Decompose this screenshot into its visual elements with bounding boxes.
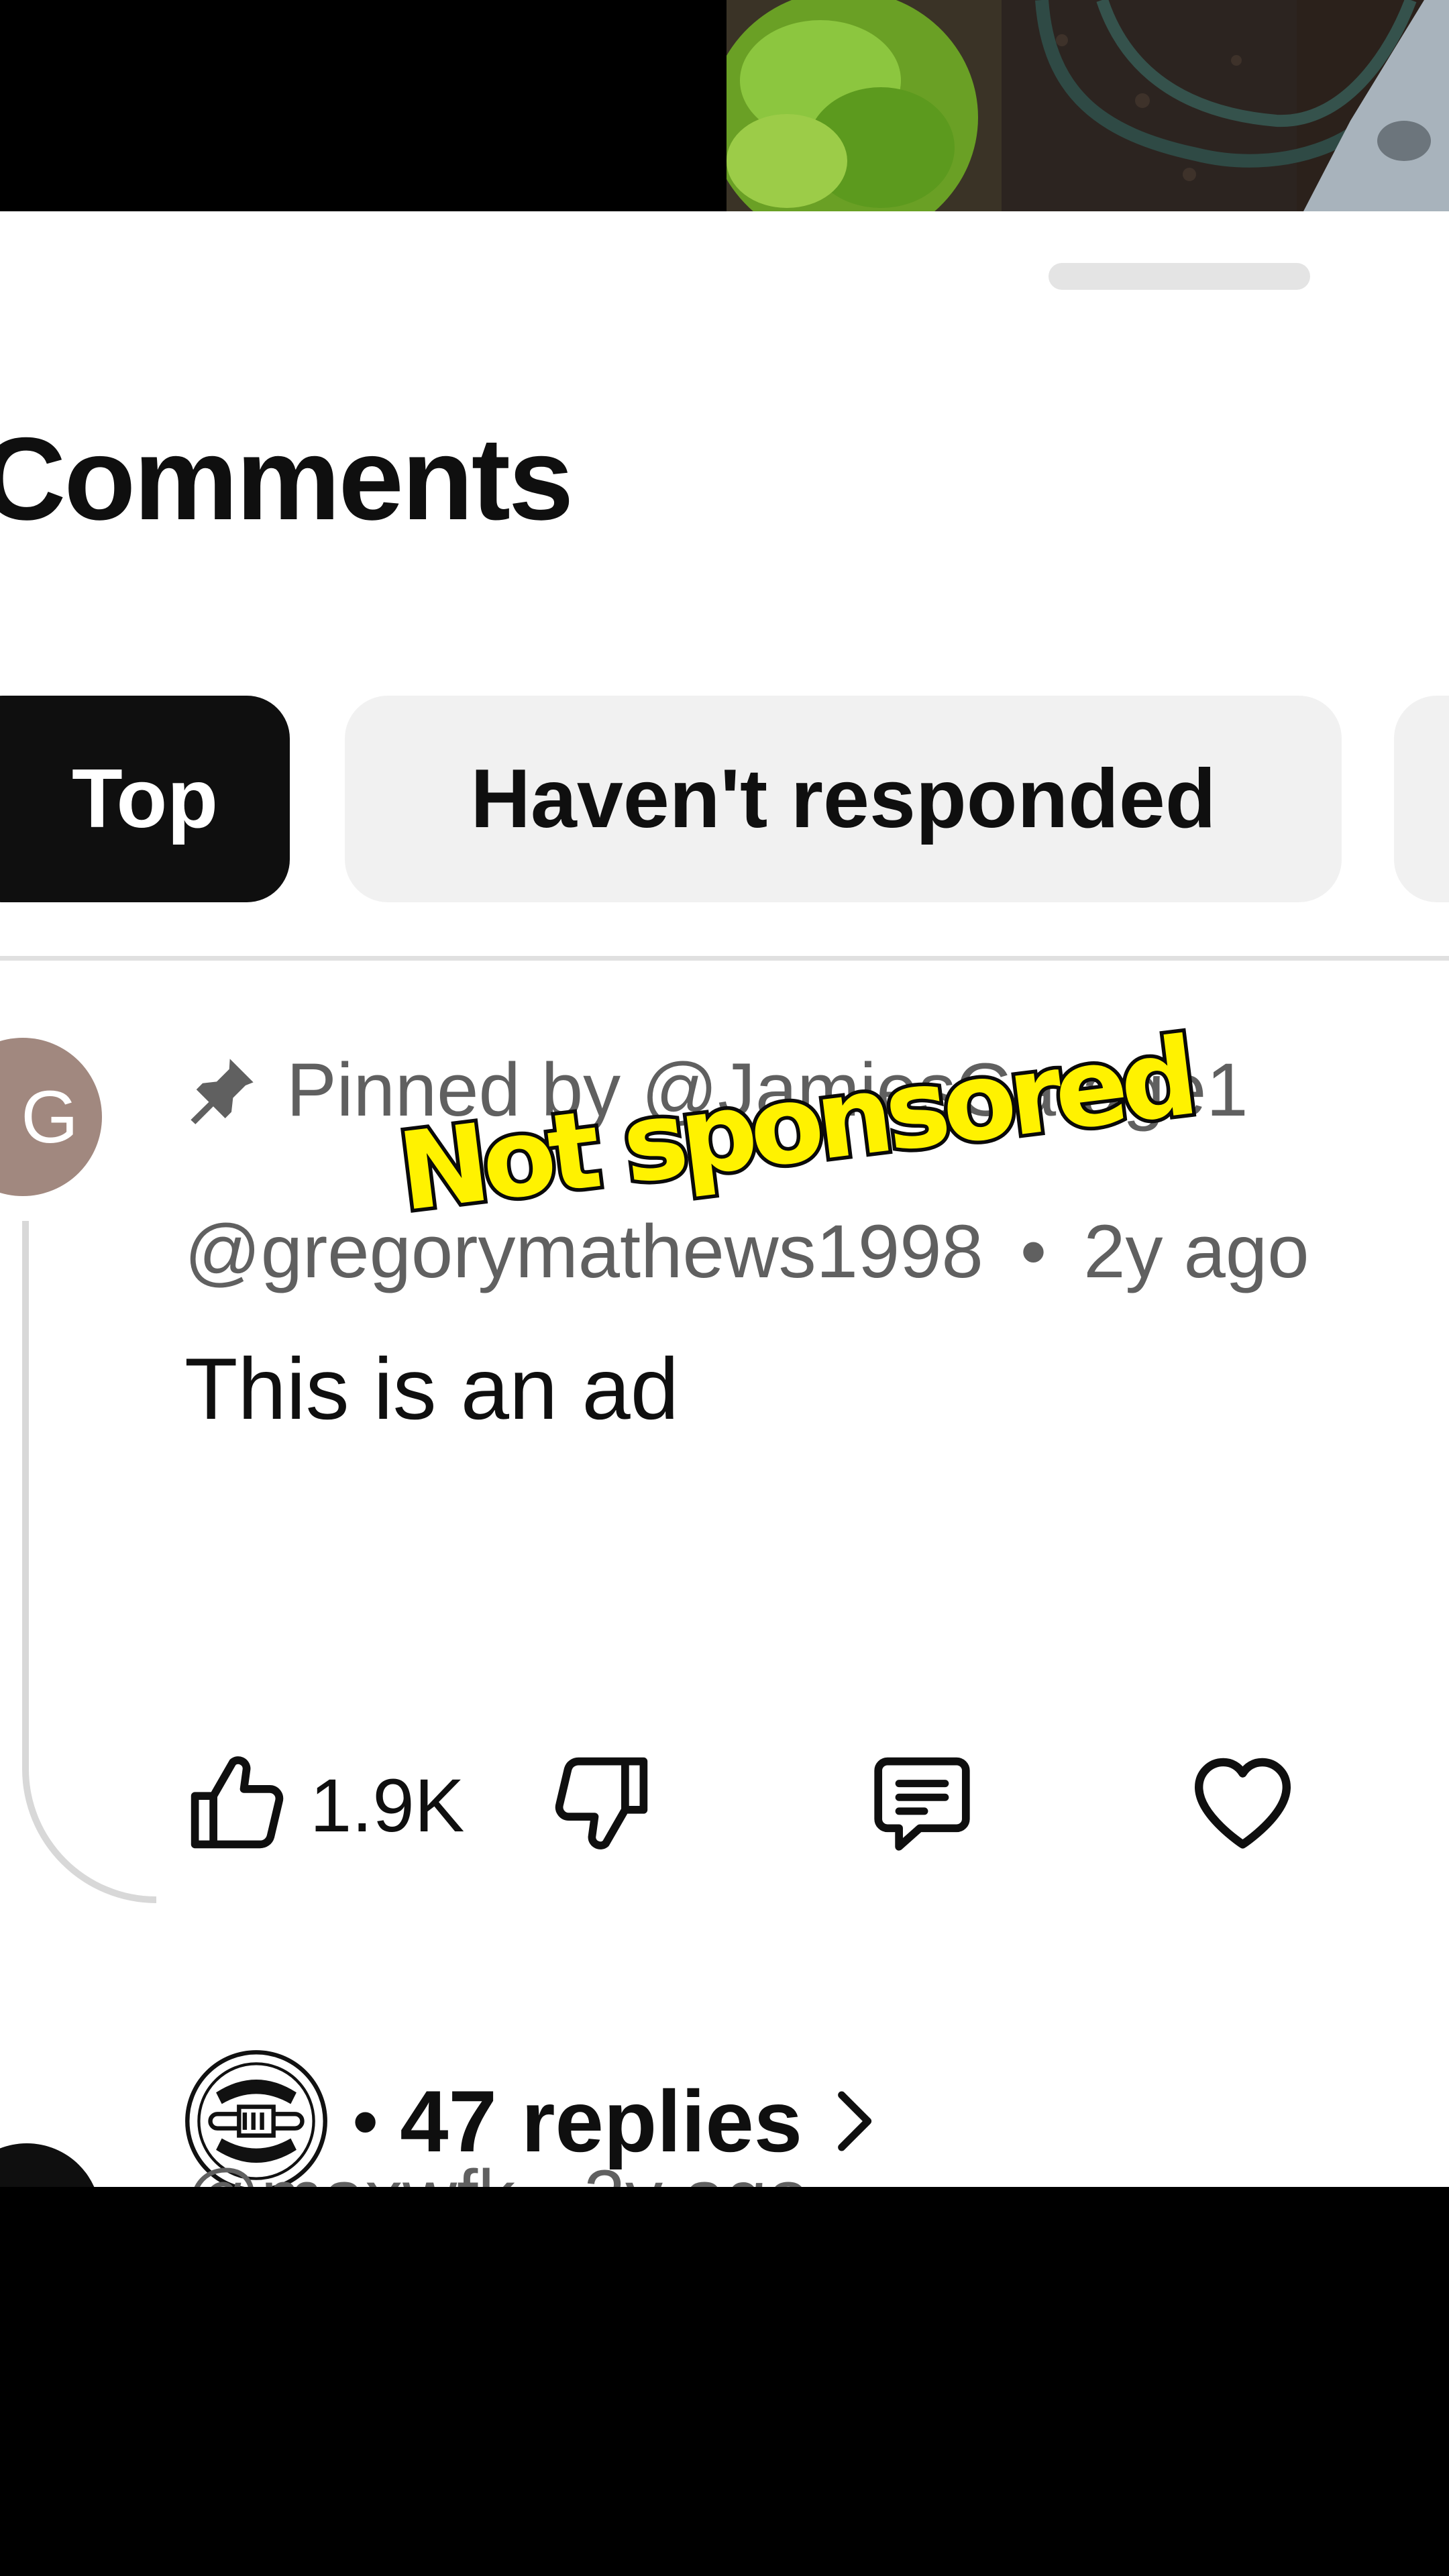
like-count: 1.9K [310,1764,465,1847]
tab-top-label: Top [71,753,219,845]
next-comment-meta: @maxwfk • 2y ago [184,2153,809,2187]
comment-author[interactable]: @gregorymathews1998 [184,1210,983,1293]
comment-meta: @gregorymathews1998 • 2y ago [184,1208,1309,1295]
comments-sheet: Comments Top Haven't responded G Pinned … [0,211,1449,2187]
bottom-black-area [0,2187,1449,2576]
avatar-letter: G [21,1075,78,1159]
comment-text: This is an ad [184,1340,680,1438]
next-comment-avatar[interactable] [0,2143,101,2187]
pin-icon [191,1058,254,1124]
meta-separator: • [1020,1210,1047,1293]
tab-more[interactable] [1394,696,1449,902]
thumbs-down-icon[interactable] [547,1748,657,1858]
thumbs-up-icon[interactable] [181,1748,292,1858]
avatar[interactable]: G [0,1038,102,1196]
tab-top[interactable]: Top [0,696,290,902]
comment-age: 2y ago [1083,1210,1309,1293]
video-thumbnail [727,0,1449,211]
replies-dot: • [352,2079,379,2163]
page-title: Comments [0,414,574,545]
divider [0,956,1449,961]
comment-icon[interactable] [867,1748,977,1858]
video-player-area[interactable] [0,0,1449,211]
tab-havent-responded-label: Haven't responded [470,753,1216,845]
comment-actions: 1.9K [181,1748,1322,1868]
heart-icon[interactable] [1187,1748,1298,1858]
chevron-right-icon [838,2091,872,2151]
thread-line [22,1221,156,1903]
tab-havent-responded[interactable]: Haven't responded [345,696,1342,902]
drag-handle[interactable] [1049,263,1310,290]
